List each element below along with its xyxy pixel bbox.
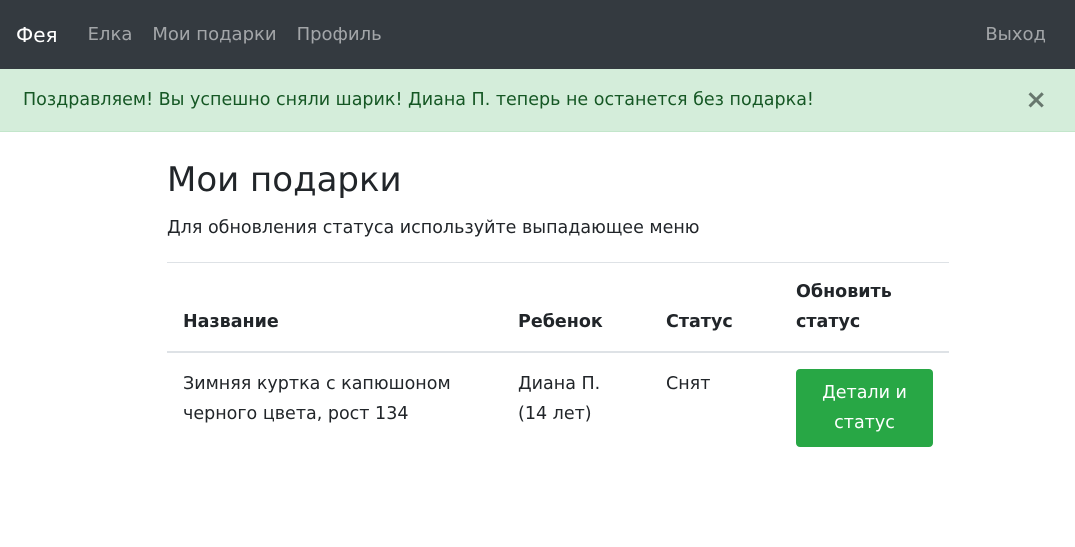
gifts-table: Название Ребенок Статус Обновить статус … bbox=[167, 263, 949, 463]
header-child: Ребенок bbox=[502, 263, 650, 354]
nav-link-tree[interactable]: Елка bbox=[88, 24, 133, 45]
brand-link[interactable]: Фея bbox=[16, 23, 58, 47]
page-subtitle: Для обновления статуса используйте выпад… bbox=[167, 217, 700, 238]
header-update-status: Обновить статус bbox=[780, 263, 949, 354]
alert-message: Поздравляем! Вы успешно сняли шарик! Диа… bbox=[23, 90, 814, 110]
nav-link-profile[interactable]: Профиль bbox=[297, 24, 382, 45]
cell-gift-name: Зимняя куртка с капюшоном черного цвета,… bbox=[183, 374, 451, 425]
cell-child: Диана П. (14 лет) bbox=[518, 374, 601, 425]
page-title: Мои подарки bbox=[167, 160, 402, 200]
table-header: Название Ребенок Статус Обновить статус bbox=[167, 263, 949, 354]
table-body: Зимняя куртка с капюшоном черного цвета,… bbox=[167, 352, 949, 463]
close-icon[interactable]: × bbox=[1025, 87, 1047, 113]
header-status: Статус bbox=[650, 263, 780, 354]
details-status-button[interactable]: Детали и статус bbox=[796, 369, 933, 448]
table-row: Зимняя куртка с капюшоном черного цвета,… bbox=[167, 352, 949, 463]
cell-status: Снят bbox=[666, 374, 711, 395]
nav-link-my-gifts[interactable]: Мои подарки bbox=[152, 24, 276, 45]
header-row: Название Ребенок Статус Обновить статус bbox=[167, 263, 949, 354]
main-content: Мои подарки Для обновления статуса испол… bbox=[167, 132, 949, 463]
top-navbar: Фея Елка Мои подарки Профиль Выход bbox=[0, 0, 1075, 69]
logout-link[interactable]: Выход bbox=[985, 24, 1046, 45]
success-alert: Поздравляем! Вы успешно сняли шарик! Диа… bbox=[0, 69, 1075, 132]
header-name: Название bbox=[167, 263, 502, 354]
cell-action: Детали и статус bbox=[780, 352, 949, 463]
nav-right-group: Выход bbox=[985, 0, 1046, 69]
